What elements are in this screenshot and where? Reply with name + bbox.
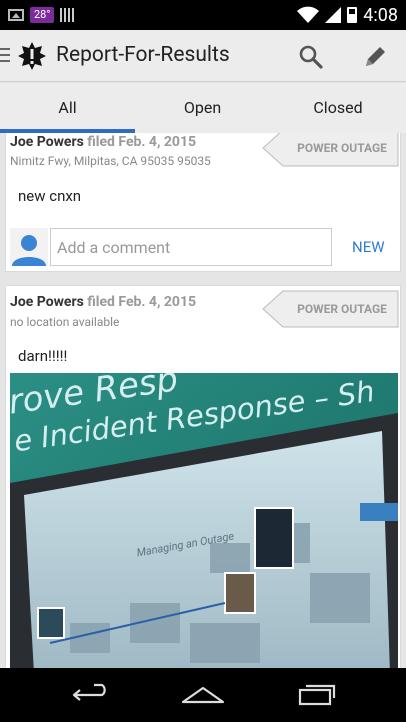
- battery-icon: [347, 7, 358, 23]
- app-bar: Report-For-Results: [0, 30, 406, 82]
- tab-closed[interactable]: Closed: [270, 83, 406, 133]
- report-photo[interactable]: rove Resp e Incident Response – Sh Manag…: [10, 373, 398, 668]
- grid-icon: [60, 8, 75, 22]
- author-name[interactable]: Joe Powers: [10, 134, 84, 150]
- report-author-line: Joe Powers filed Feb. 4, 2015: [10, 134, 196, 150]
- app-title: Report-For-Results: [56, 43, 230, 67]
- report-card[interactable]: Joe Powers filed Feb. 4, 2015 Nimitz Fwy…: [5, 133, 401, 272]
- new-comment-button[interactable]: NEW: [352, 228, 385, 266]
- back-icon[interactable]: [66, 680, 116, 710]
- report-feed[interactable]: Joe Powers filed Feb. 4, 2015 Nimitz Fwy…: [0, 133, 406, 668]
- filter-tabs: All Open Closed: [0, 83, 406, 133]
- report-location: Nimitz Fwy, Milpitas, CA 95035 95035: [10, 154, 211, 168]
- category-badge[interactable]: POWER OUTAGE: [259, 290, 399, 328]
- report-text: new cnxn: [18, 187, 82, 205]
- clock: 4:08: [363, 4, 398, 26]
- filed-date: filed Feb. 4, 2015: [87, 134, 197, 150]
- status-left: 28°: [8, 5, 75, 25]
- category-label: POWER OUTAGE: [297, 141, 387, 155]
- drawer-menu-icon[interactable]: [0, 48, 10, 66]
- temperature-badge: 28°: [30, 7, 55, 23]
- search-icon[interactable]: [292, 38, 330, 76]
- alert-burst-icon[interactable]: [18, 42, 46, 70]
- category-label: POWER OUTAGE: [297, 302, 387, 316]
- status-right: 4:08: [297, 4, 398, 26]
- tab-all[interactable]: All: [0, 83, 135, 133]
- report-card[interactable]: Joe Powers filed Feb. 4, 2015 no locatio…: [5, 285, 401, 668]
- report-location: no location available: [10, 315, 120, 329]
- image-icon: [8, 9, 24, 21]
- author-name[interactable]: Joe Powers: [10, 294, 84, 310]
- filed-date: filed Feb. 4, 2015: [87, 294, 197, 310]
- recents-icon[interactable]: [292, 680, 342, 710]
- comment-row: NEW: [10, 228, 398, 266]
- wifi-icon: [297, 6, 320, 23]
- edit-pencil-icon[interactable]: [356, 38, 394, 76]
- user-avatar-icon: [10, 228, 48, 266]
- category-badge[interactable]: POWER OUTAGE: [259, 133, 399, 167]
- home-icon[interactable]: [178, 680, 228, 710]
- tab-open[interactable]: Open: [135, 83, 270, 133]
- signal-icon: [325, 7, 342, 23]
- system-nav-bar: [0, 668, 406, 722]
- report-author-line: Joe Powers filed Feb. 4, 2015: [10, 294, 196, 310]
- status-bar: 28° 4:08: [0, 0, 406, 30]
- report-text: darn!!!!!: [18, 347, 68, 365]
- comment-input[interactable]: [50, 228, 332, 266]
